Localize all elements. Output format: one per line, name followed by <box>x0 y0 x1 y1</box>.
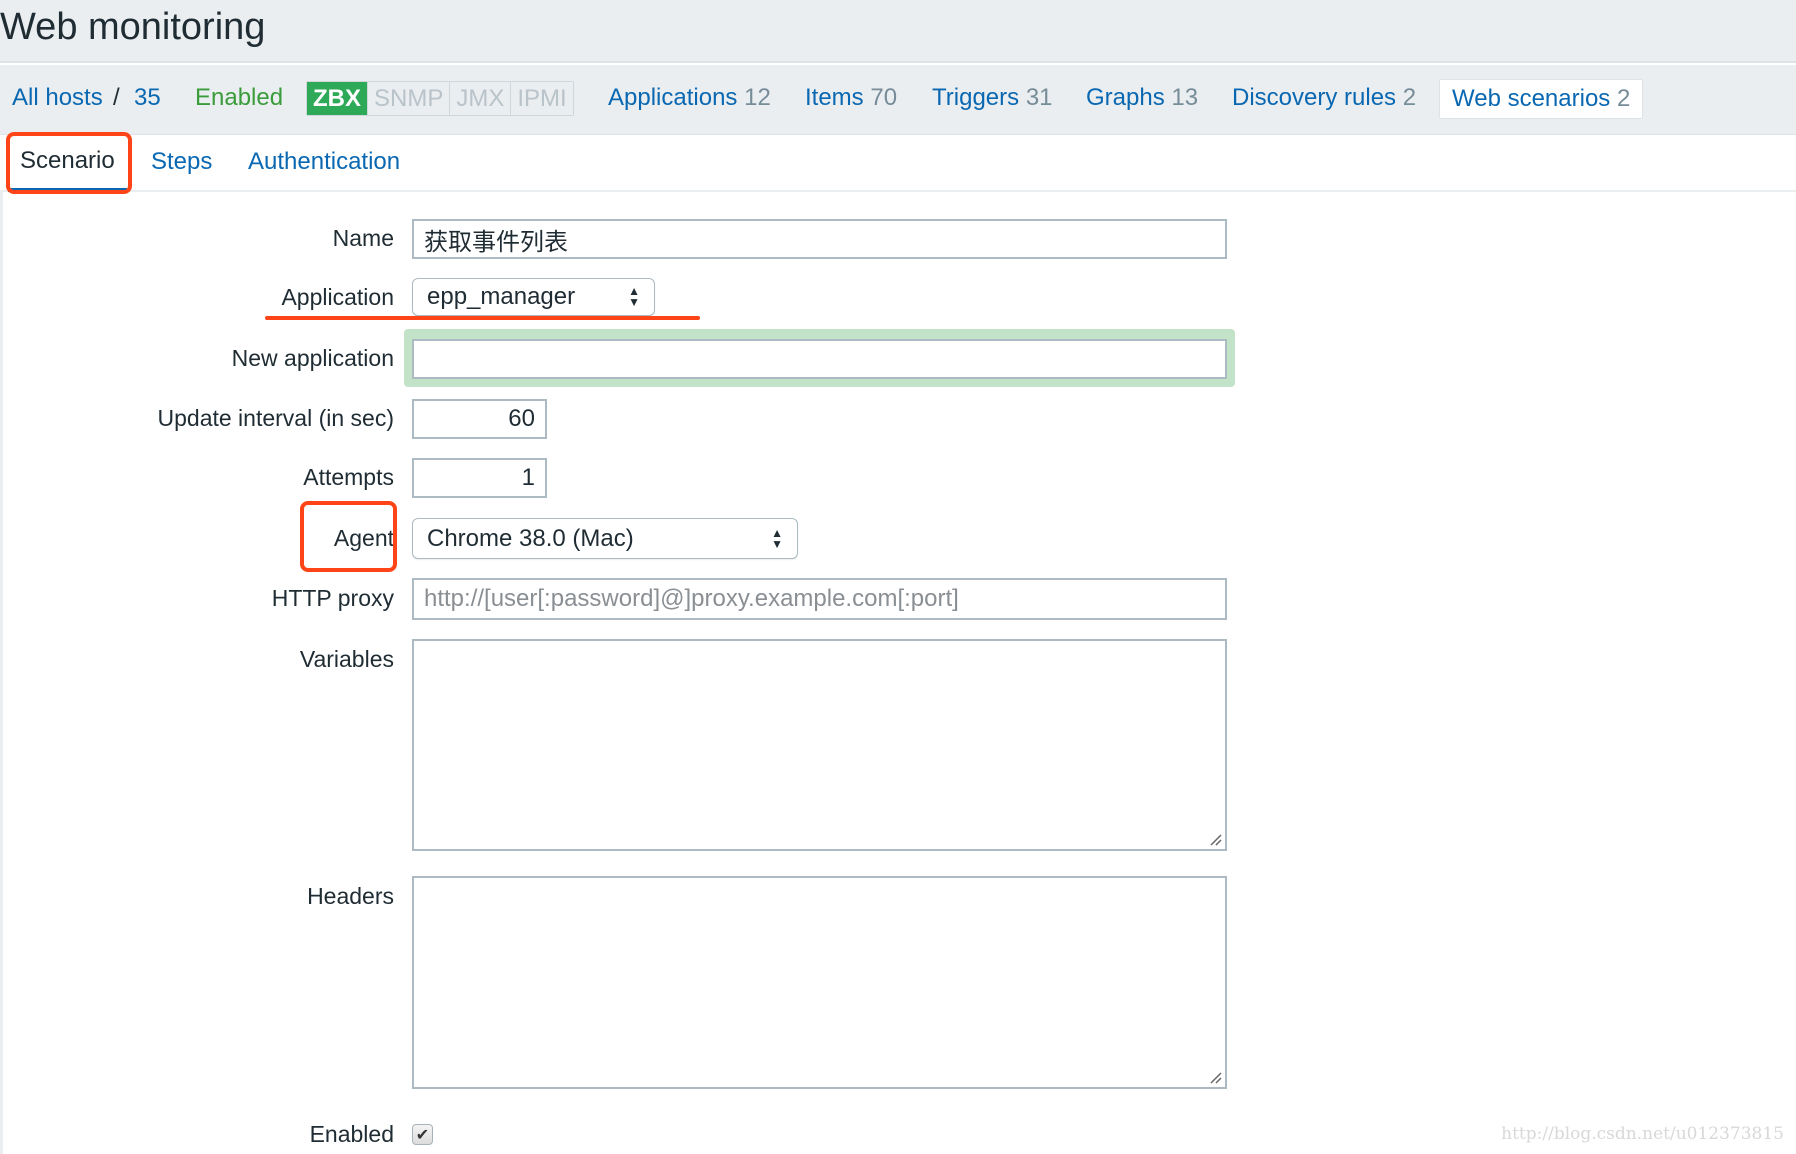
items-label: Items <box>805 84 864 111</box>
enabled-label: Enabled <box>309 1121 394 1147</box>
host-link[interactable]: 35 <box>134 84 161 112</box>
select-arrows-icon: ▲ ▼ <box>771 525 783 551</box>
application-select[interactable]: epp_manager ▲ ▼ <box>412 278 655 316</box>
discovery-rules-count: 2 <box>1402 84 1417 111</box>
items-link[interactable]: Items 70 <box>805 84 897 112</box>
left-border <box>0 192 3 1154</box>
variables-textarea[interactable] <box>412 639 1227 851</box>
select-arrows-icon: ▲ ▼ <box>628 284 640 309</box>
http-proxy-input[interactable]: http://[user[:password]@]proxy.example.c… <box>412 578 1227 620</box>
page-header: Web monitoring <box>0 0 1796 63</box>
tab-authentication[interactable]: Authentication <box>248 148 400 176</box>
name-input[interactable]: 获取事件列表 <box>412 219 1227 259</box>
snmp-badge: SNMP <box>368 82 451 115</box>
triggers-link[interactable]: Triggers 31 <box>932 84 1053 112</box>
zbx-badge: ZBX <box>307 82 368 115</box>
annotation-underline-application <box>265 316 700 320</box>
new-application-input[interactable] <box>412 339 1227 379</box>
web-scenarios-label: Web scenarios <box>1452 85 1611 112</box>
applications-count: 12 <box>744 84 771 111</box>
web-scenarios-count: 2 <box>1616 85 1631 112</box>
enabled-checkbox[interactable]: ✔ <box>412 1124 433 1145</box>
host-navigation: All hosts / 35 Enabled ZBX SNMP JMX IPMI… <box>0 65 1796 135</box>
agent-label: Agent <box>333 525 394 551</box>
form-tabs: Scenario Steps Authentication <box>0 136 1796 192</box>
discovery-rules-link[interactable]: Discovery rules 2 <box>1232 84 1416 112</box>
watermark: http://blog.csdn.net/u012373815 <box>1501 1124 1784 1144</box>
web-scenarios-link[interactable]: Web scenarios 2 <box>1439 79 1644 119</box>
name-label: Name <box>332 225 394 251</box>
resize-handle-icon[interactable] <box>1208 1070 1222 1084</box>
headers-label: Headers <box>307 883 394 909</box>
jmx-badge: JMX <box>450 82 512 115</box>
update-interval-label: Update interval (in sec) <box>157 405 395 431</box>
variables-label: Variables <box>299 646 394 672</box>
application-label: Application <box>281 284 394 310</box>
page-title: Web monitoring <box>0 6 266 48</box>
agent-selected-value: Chrome 38.0 (Mac) <box>427 524 634 552</box>
tab-steps[interactable]: Steps <box>151 148 212 176</box>
discovery-rules-label: Discovery rules <box>1232 84 1397 111</box>
applications-label: Applications <box>608 84 738 111</box>
host-status-enabled[interactable]: Enabled <box>195 84 283 112</box>
availability-indicators: ZBX SNMP JMX IPMI <box>306 81 574 116</box>
graphs-count: 13 <box>1171 84 1199 111</box>
graphs-label: Graphs <box>1086 84 1165 111</box>
update-interval-input[interactable]: 60 <box>412 399 547 439</box>
tab-scenario[interactable]: Scenario <box>8 136 127 192</box>
application-selected-value: epp_manager <box>427 283 576 310</box>
new-application-label: New application <box>231 345 394 371</box>
breadcrumb-separator: / <box>113 84 120 111</box>
triggers-count: 31 <box>1025 84 1053 111</box>
applications-link[interactable]: Applications 12 <box>608 84 771 112</box>
resize-handle-icon[interactable] <box>1208 832 1222 846</box>
http-proxy-label: HTTP proxy <box>271 585 394 611</box>
attempts-input[interactable]: 1 <box>412 458 547 498</box>
checkmark-icon: ✔ <box>415 1126 430 1144</box>
triggers-label: Triggers <box>932 84 1020 111</box>
attempts-label: Attempts <box>303 464 394 490</box>
graphs-link[interactable]: Graphs 13 <box>1086 84 1198 112</box>
headers-textarea[interactable] <box>412 876 1227 1089</box>
agent-select[interactable]: Chrome 38.0 (Mac) ▲ ▼ <box>412 518 798 559</box>
items-count: 70 <box>870 84 898 111</box>
ipmi-badge: IPMI <box>511 82 573 115</box>
all-hosts-link[interactable]: All hosts <box>12 84 103 112</box>
